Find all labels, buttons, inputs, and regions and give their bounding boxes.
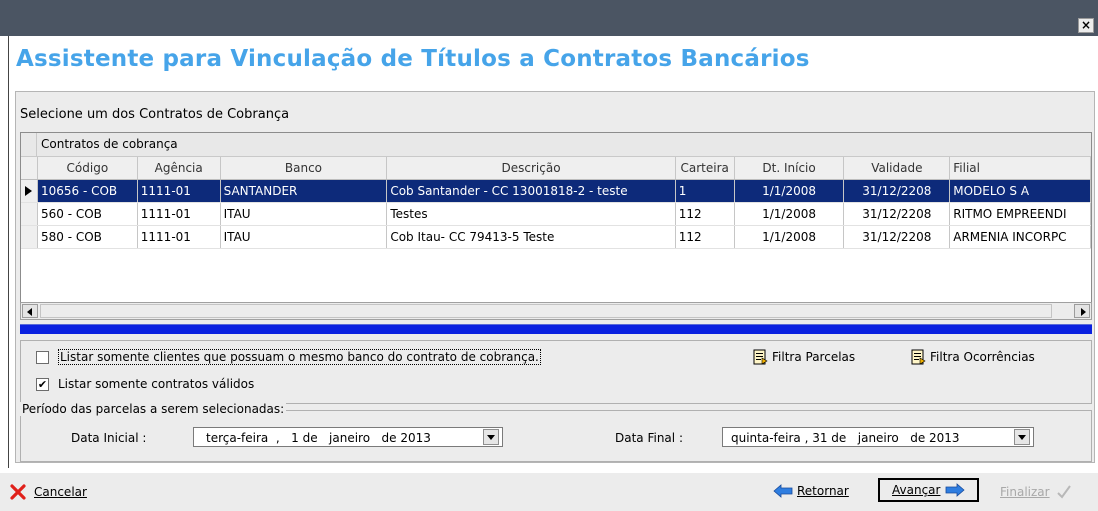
avancar-button[interactable]: Avançar bbox=[878, 478, 980, 502]
cell-validade: 31/12/2208 bbox=[844, 226, 951, 248]
filtra-ocorrencias-label: Filtra Ocorrências bbox=[930, 350, 1035, 364]
cell-descricao: Cob Itau- CC 79413-5 Teste bbox=[387, 226, 676, 248]
arrow-right-icon bbox=[946, 483, 966, 497]
data-inicial-value: terça-feira , 1 de janeiro de 2013 bbox=[206, 431, 431, 445]
close-icon[interactable]: × bbox=[1078, 18, 1094, 33]
scroll-thumb[interactable] bbox=[40, 304, 1052, 318]
valid-only-checkbox[interactable]: ✔ bbox=[36, 378, 49, 391]
document-icon bbox=[911, 349, 926, 365]
cell-carteira: 1 bbox=[676, 180, 735, 202]
valid-only-label[interactable]: Listar somente contratos válidos bbox=[58, 377, 254, 391]
cell-filial: RITMO EMPREENDI bbox=[950, 203, 1091, 225]
contracts-grid[interactable]: Contratos de cobrança Código Agência Ban… bbox=[20, 132, 1092, 312]
header-indicator bbox=[21, 157, 38, 179]
finalizar-button[interactable]: Finalizar bbox=[1000, 484, 1072, 500]
cell-codigo: 580 - COB bbox=[38, 226, 138, 248]
column-header-filial[interactable]: Filial bbox=[950, 157, 1091, 179]
cancel-button[interactable]: Cancelar bbox=[10, 484, 87, 500]
grid-group-bar: Contratos de cobrança bbox=[21, 133, 1091, 157]
cell-agencia: 1111-01 bbox=[138, 226, 221, 248]
table-row[interactable]: 10656 - COB 1111-01 SANTANDER Cob Santan… bbox=[21, 180, 1091, 203]
cell-dt-inicio: 1/1/2008 bbox=[735, 203, 845, 225]
cell-banco: ITAU bbox=[221, 203, 388, 225]
grid-header: Código Agência Banco Descrição Carteira … bbox=[21, 157, 1091, 180]
column-header-codigo[interactable]: Código bbox=[38, 157, 138, 179]
footer-bar: Cancelar Retornar Avançar Finalizar bbox=[0, 473, 1098, 511]
cell-banco: ITAU bbox=[221, 226, 388, 248]
data-final-picker[interactable]: quinta-feira , 31 de janeiro de 2013 bbox=[722, 427, 1034, 447]
arrow-left-small-icon bbox=[27, 308, 32, 316]
filtra-parcelas-label: Filtra Parcelas bbox=[772, 350, 856, 364]
document-icon bbox=[753, 349, 768, 365]
cancel-x-icon bbox=[10, 484, 26, 500]
arrow-right-small-icon bbox=[1081, 308, 1086, 316]
cell-filial: MODELO S A bbox=[950, 180, 1091, 202]
column-header-banco[interactable]: Banco bbox=[221, 157, 388, 179]
arrow-left-icon bbox=[773, 484, 793, 498]
cell-descricao: Cob Santander - CC 13001818-2 - teste bbox=[387, 180, 676, 202]
row-indicator bbox=[21, 180, 38, 202]
options-group: Listar somente clientes que possuam o me… bbox=[20, 340, 1092, 404]
window-titlebar: × bbox=[0, 0, 1098, 36]
data-inicial-label: Data Inicial : bbox=[71, 431, 147, 445]
row-indicator bbox=[21, 226, 38, 248]
cell-carteira: 112 bbox=[676, 203, 735, 225]
row-pointer-icon bbox=[25, 186, 32, 196]
column-header-dt-inicio[interactable]: Dt. Início bbox=[735, 157, 845, 179]
cell-codigo: 560 - COB bbox=[38, 203, 138, 225]
cell-banco: SANTANDER bbox=[221, 180, 388, 202]
select-prompt: Selecione um dos Contratos de Cobrança bbox=[20, 107, 290, 122]
column-header-descricao[interactable]: Descrição bbox=[387, 157, 676, 179]
scroll-left-button[interactable] bbox=[22, 304, 38, 318]
data-final-label: Data Final : bbox=[615, 431, 683, 445]
cell-validade: 31/12/2208 bbox=[844, 180, 951, 202]
filtra-ocorrencias-button[interactable]: Filtra Ocorrências bbox=[911, 349, 1035, 365]
data-final-value: quinta-feira , 31 de janeiro de 2013 bbox=[731, 431, 960, 445]
cell-agencia: 1111-01 bbox=[138, 180, 221, 202]
chevron-down-icon[interactable] bbox=[483, 429, 499, 445]
horizontal-scrollbar[interactable] bbox=[20, 302, 1092, 320]
row-indicator bbox=[21, 203, 38, 225]
page-title: Assistente para Vinculação de Títulos a … bbox=[16, 46, 810, 72]
cell-dt-inicio: 1/1/2008 bbox=[735, 226, 845, 248]
scroll-right-button[interactable] bbox=[1074, 304, 1090, 318]
same-bank-label[interactable]: Listar somente clientes que possuam o me… bbox=[58, 349, 541, 365]
cell-filial: ARMENIA INCORPC bbox=[950, 226, 1091, 248]
same-bank-checkbox[interactable] bbox=[36, 351, 49, 364]
group-label: Contratos de cobrança bbox=[41, 137, 178, 151]
blue-separator bbox=[20, 324, 1092, 334]
wizard-panel: Selecione um dos Contratos de Cobrança C… bbox=[15, 91, 1095, 463]
cell-dt-inicio: 1/1/2008 bbox=[735, 180, 845, 202]
cell-agencia: 1111-01 bbox=[138, 203, 221, 225]
column-header-validade[interactable]: Validade bbox=[844, 157, 951, 179]
column-header-agencia[interactable]: Agência bbox=[138, 157, 221, 179]
cell-carteira: 112 bbox=[676, 226, 735, 248]
data-inicial-picker[interactable]: terça-feira , 1 de janeiro de 2013 bbox=[193, 427, 503, 447]
column-header-carteira[interactable]: Carteira bbox=[676, 157, 735, 179]
periodo-group: Período das parcelas a serem selecionada… bbox=[20, 402, 1092, 462]
group-gutter bbox=[21, 133, 37, 156]
retornar-button[interactable]: Retornar bbox=[773, 484, 849, 498]
checkmark-icon bbox=[1056, 485, 1071, 499]
periodo-title: Período das parcelas a serem selecionada… bbox=[20, 402, 287, 416]
chevron-down-icon[interactable] bbox=[1014, 429, 1030, 445]
filtra-parcelas-button[interactable]: Filtra Parcelas bbox=[753, 349, 855, 365]
cell-descricao: Testes bbox=[387, 203, 676, 225]
cell-validade: 31/12/2208 bbox=[844, 203, 951, 225]
table-row[interactable]: 580 - COB 1111-01 ITAU Cob Itau- CC 7941… bbox=[21, 226, 1091, 249]
cell-codigo: 10656 - COB bbox=[38, 180, 138, 202]
table-row[interactable]: 560 - COB 1111-01 ITAU Testes 112 1/1/20… bbox=[21, 203, 1091, 226]
